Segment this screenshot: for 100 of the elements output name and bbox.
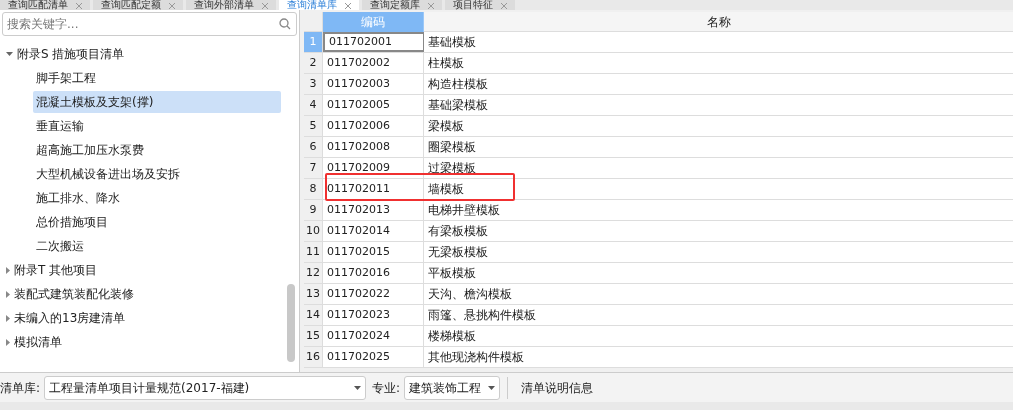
row-number: 6 — [304, 137, 323, 157]
table-cell-text: 有梁板模板 — [427, 223, 489, 240]
table-row[interactable]: 2 011702002 柱模板 — [304, 53, 1013, 74]
row-number: 4 — [304, 95, 323, 115]
row-number: 14 — [304, 305, 323, 325]
table-cell: 011702005 — [323, 95, 424, 115]
table-row[interactable]: 1 011702001 基础模板 — [304, 32, 1013, 53]
close-icon[interactable] — [76, 3, 82, 9]
table-cell: 011702008 — [323, 137, 424, 157]
table-cell-text: 天沟、檐沟模板 — [427, 286, 513, 303]
tree-item[interactable]: 附录S 措施项目清单 — [0, 42, 283, 66]
tab[interactable]: 查询清单库 — [279, 0, 359, 10]
tree-label: 未编入的13房建清单 — [14, 310, 126, 327]
tree-item[interactable]: 大型机械设备进出场及安拆 — [33, 163, 281, 185]
table-cell-text: 基础梁模板 — [427, 97, 489, 114]
table-cell: 011702016 — [323, 263, 424, 283]
close-icon[interactable] — [169, 3, 175, 9]
table-row[interactable]: 8 011702011 墙模板 — [304, 179, 1013, 200]
tree-label: 附录S 措施项目清单 — [17, 46, 125, 63]
column-header[interactable]: 名称 — [424, 12, 1013, 32]
tab[interactable]: 查询匹配定额 — [93, 0, 183, 10]
table-cell-text: 柱模板 — [427, 55, 465, 72]
tree-item[interactable]: 总价措施项目 — [33, 211, 281, 233]
tree-item[interactable]: 混凝土模板及支架(撑) — [33, 91, 281, 113]
table-row[interactable]: 5 011702006 梁模板 — [304, 116, 1013, 137]
row-number: 5 — [304, 116, 323, 136]
tree-item[interactable]: 脚手架工程 — [33, 67, 281, 89]
tree-item[interactable]: 附录T 其他项目 — [0, 258, 283, 282]
dropdown-caret-icon — [354, 385, 362, 390]
table-cell-text: 雨篷、悬挑构件模板 — [427, 307, 537, 324]
table-row[interactable]: 4 011702005 基础梁模板 — [304, 95, 1013, 116]
tree-item[interactable]: 模拟清单 — [0, 330, 283, 354]
tab[interactable]: 查询外部清单 — [186, 0, 276, 10]
row-number: 16 — [304, 347, 323, 367]
table-cell: 011702023 — [323, 305, 424, 325]
tree-item[interactable]: 施工排水、降水 — [33, 187, 281, 209]
table-cell: 011702006 — [323, 116, 424, 136]
tree-item[interactable]: 二次搬运 — [33, 235, 281, 257]
table-cell: 011702015 — [323, 242, 424, 262]
row-number: 10 — [304, 221, 323, 241]
table-cell-text: 楼梯模板 — [427, 328, 477, 345]
specialty-dropdown[interactable]: 建筑装饰工程 — [404, 375, 501, 400]
table-cell: 011702003 — [323, 74, 424, 94]
info-button[interactable]: 清单说明信息 — [515, 375, 600, 400]
tree-label: 装配式建筑装配化装修 — [14, 286, 134, 303]
table-row[interactable]: 13 011702022 天沟、檐沟模板 — [304, 284, 1013, 305]
table-cell-text: 平板模板 — [427, 265, 477, 282]
table-cell-text: 无梁板模板 — [427, 244, 489, 261]
expand-caret-icon — [6, 314, 10, 322]
table-row[interactable]: 6 011702008 圈梁模板 — [304, 137, 1013, 158]
library-dropdown[interactable]: 工程量清单项目计量规范(2017-福建) — [44, 375, 367, 400]
expand-caret-icon — [6, 266, 10, 274]
search-icon — [279, 18, 291, 30]
row-number: 2 — [304, 53, 323, 73]
expand-caret-icon — [6, 338, 10, 346]
tab[interactable]: 查询匹配清单 — [0, 0, 90, 10]
row-number: 11 — [304, 242, 323, 262]
table-cell-text: 基础模板 — [427, 34, 477, 51]
close-icon[interactable] — [428, 3, 434, 9]
close-icon[interactable] — [345, 3, 351, 9]
tree-item[interactable]: 未编入的13房建清单 — [0, 306, 283, 330]
row-number: 15 — [304, 326, 323, 346]
table-row[interactable]: 15 011702024 楼梯模板 — [304, 326, 1013, 347]
table-cell: 011702025 — [323, 347, 424, 367]
tree-item[interactable]: 超高施工加压水泵费 — [33, 139, 281, 161]
table-row[interactable]: 9 011702013 电梯井壁模板 — [304, 200, 1013, 221]
tab[interactable]: 项目特征 — [445, 0, 515, 10]
table-cell: 011702011 — [323, 179, 424, 199]
dropdown-caret-icon — [488, 385, 496, 390]
table-row[interactable]: 7 011702009 过梁模板 — [304, 158, 1013, 179]
table-row[interactable]: 10 011702014 有梁板模板 — [304, 221, 1013, 242]
tree-item[interactable]: 装配式建筑装配化装修 — [0, 282, 283, 306]
scrollbar-thumb[interactable] — [287, 284, 295, 362]
row-number: 8 — [304, 179, 323, 199]
collapse-caret-icon — [6, 52, 13, 56]
table-cell: 011702024 — [323, 326, 424, 346]
table-cell-text: 过梁模板 — [427, 160, 477, 177]
table-cell-text: 墙模板 — [427, 181, 465, 198]
table-cell-text: 其他现浇构件模板 — [427, 349, 525, 366]
close-icon[interactable] — [262, 3, 268, 9]
table-cell-text: 圈梁模板 — [427, 139, 477, 156]
table-cell: 011702013 — [323, 200, 424, 220]
row-number: 13 — [304, 284, 323, 304]
search-field[interactable]: 搜索关键字... — [2, 12, 297, 36]
table-row[interactable]: 12 011702016 平板模板 — [304, 263, 1013, 284]
table-row[interactable]: 14 011702023 雨篷、悬挑构件模板 — [304, 305, 1013, 326]
table-row[interactable]: 3 011702003 构造柱模板 — [304, 74, 1013, 95]
table-row[interactable]: 11 011702015 无梁板模板 — [304, 242, 1013, 263]
table-cell: 011702022 — [323, 284, 424, 304]
row-number: 1 — [304, 32, 323, 52]
table-cell: 011702001 — [323, 32, 424, 52]
expand-caret-icon — [6, 290, 10, 298]
table-row[interactable]: 16 011702025 其他现浇构件模板 — [304, 347, 1013, 368]
tree-item[interactable]: 垂直运输 — [33, 115, 281, 137]
tab[interactable]: 查询定额库 — [362, 0, 442, 10]
close-icon[interactable] — [501, 3, 507, 9]
row-number: 7 — [304, 158, 323, 178]
table-cell-text: 电梯井壁模板 — [427, 202, 501, 219]
table-cell: 011702014 — [323, 221, 424, 241]
tree-label: 附录T 其他项目 — [14, 262, 98, 279]
